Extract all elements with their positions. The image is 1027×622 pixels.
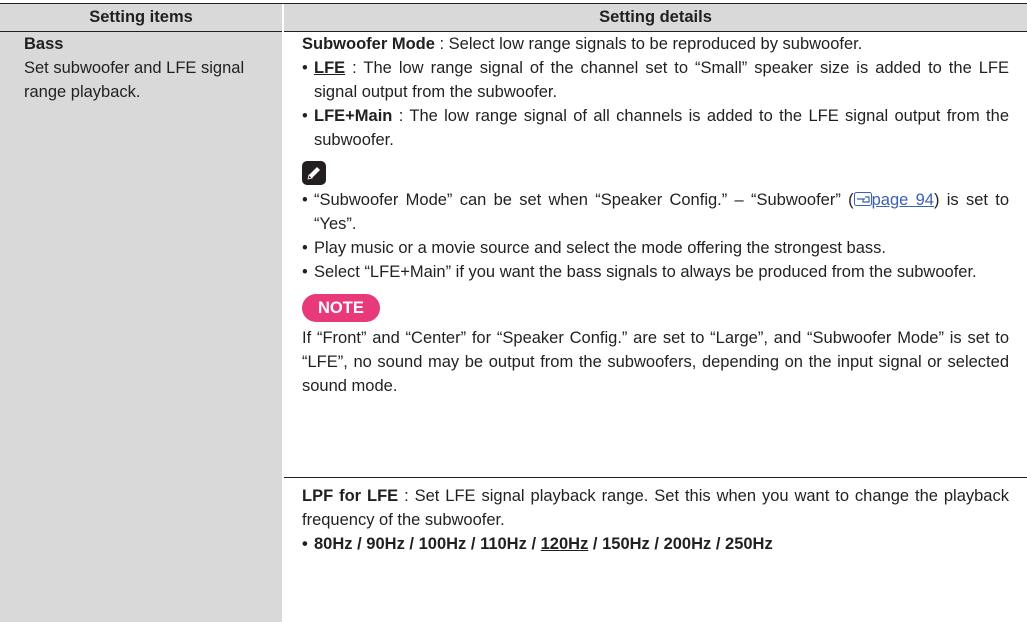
header-setting-details: Setting details xyxy=(599,8,712,26)
memo-item-3: • Select “LFE+Main” if you want the bass … xyxy=(302,263,977,281)
note-badge-row: NOTE xyxy=(302,294,1009,322)
setting-items-column: Bass Set subwoofer and LFE signal range … xyxy=(0,32,282,622)
lpf-option: 110Hz xyxy=(480,535,527,553)
lpf-option: 250Hz xyxy=(725,535,773,553)
subwoofer-mode-block: Subwoofer Mode : Select low range signal… xyxy=(302,32,1009,398)
lpf-text: : Set LFE signal playback range. Set thi… xyxy=(302,487,1009,529)
option-lfe-main-label: LFE+Main xyxy=(314,107,393,125)
note-text: If “Front” and “Center” for “Speaker Con… xyxy=(302,329,1009,395)
subwoofer-mode-intro: Subwoofer Mode : Select low range signal… xyxy=(302,32,1009,56)
memo-item-2-text: Play music or a movie source and select … xyxy=(314,239,886,257)
lpf-option-default: 120Hz xyxy=(540,535,589,553)
option-lfe-main: • LFE+Main : The low range signal of all … xyxy=(302,107,1009,149)
subwoofer-mode-label: Subwoofer Mode xyxy=(302,35,435,53)
item-description: Set subwoofer and LFE signal range playb… xyxy=(24,59,245,101)
lpf-option: 90Hz xyxy=(366,535,405,553)
lpf-option: 150Hz xyxy=(602,535,650,553)
memo-item-3-text: Select “LFE+Main” if you want the bass s… xyxy=(314,263,977,281)
column-divider xyxy=(282,4,284,622)
lpf-option: 200Hz xyxy=(663,535,712,553)
item-title: Bass xyxy=(24,35,64,53)
bass-item: Bass Set subwoofer and LFE signal range … xyxy=(24,32,274,104)
lpf-option: 100Hz xyxy=(418,535,467,553)
lpf-intro: LPF for LFE : Set LFE signal playback ra… xyxy=(302,484,1009,532)
lpf-options: • 80Hz / 90Hz / 100Hz / 110Hz / 120Hz / 1… xyxy=(302,535,773,553)
option-lfe-text: : The low range signal of the channel se… xyxy=(314,59,1009,101)
option-lfe-label: LFE xyxy=(314,59,346,77)
option-lfe-main-text: : The low range signal of all channels i… xyxy=(314,107,1009,149)
memo-header xyxy=(302,160,1009,188)
lpf-label: LPF for LFE xyxy=(302,487,399,505)
hand-pointer-icon xyxy=(853,192,872,206)
subwoofer-mode-text: : Select low range signals to be reprodu… xyxy=(434,35,863,53)
memo-item-1: • “Subwoofer Mode” can be set when “Speak… xyxy=(302,191,1009,233)
option-lfe: • LFE : The low range signal of the chann… xyxy=(302,59,1009,101)
lpf-option: 80Hz xyxy=(314,535,353,553)
row-separator xyxy=(284,477,1027,478)
note-badge: NOTE xyxy=(302,294,380,322)
memo-item-2: • Play music or a movie source and select… xyxy=(302,239,886,257)
memo-item-1-text: “Subwoofer Mode” can be set when “Speake… xyxy=(314,191,854,209)
pencil-icon xyxy=(302,160,326,185)
setting-details-column: Subwoofer Mode : Select low range signal… xyxy=(284,32,1027,622)
header-setting-items: Setting items xyxy=(89,8,193,26)
lpf-block: LPF for LFE : Set LFE signal playback ra… xyxy=(302,484,1009,556)
page-94-link[interactable]: page 94 xyxy=(872,191,934,209)
settings-table: Setting items Setting details Bass Set s… xyxy=(0,3,1027,622)
table-header: Setting items Setting details xyxy=(0,4,1027,32)
